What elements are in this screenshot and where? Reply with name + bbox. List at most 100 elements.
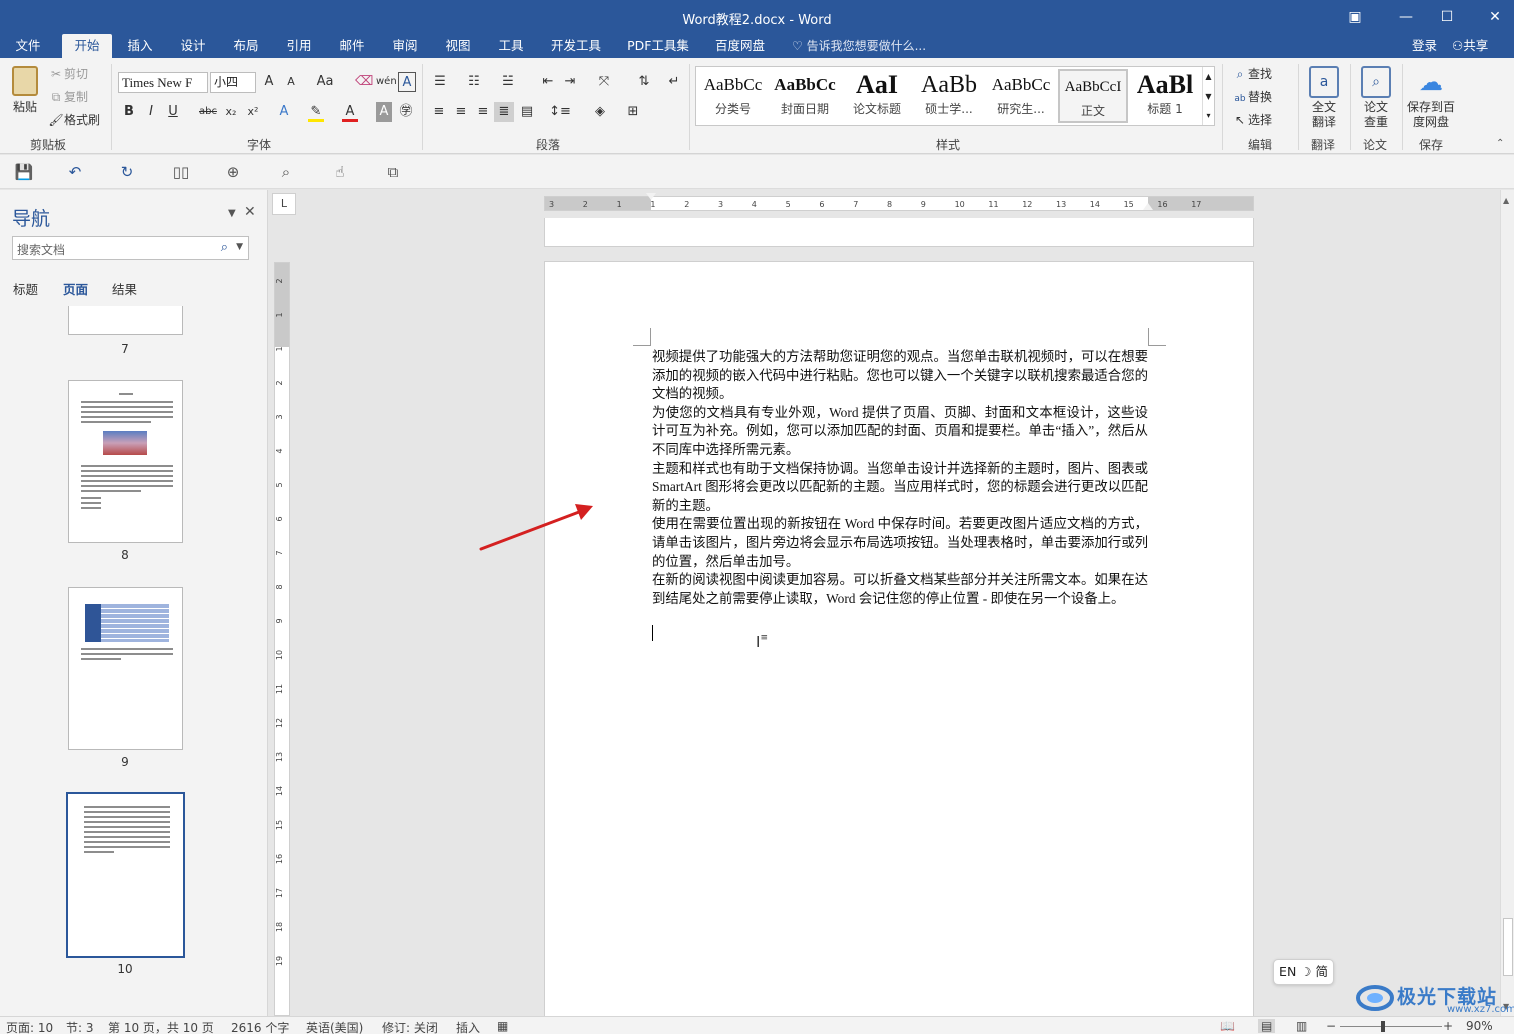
touch-mode-icon[interactable]: ☝: [329, 162, 351, 182]
paper-check-button[interactable]: ⌕ 论文查重: [1356, 66, 1396, 130]
vertical-scrollbar[interactable]: ▲ ▼: [1500, 190, 1514, 1016]
style-item-selected[interactable]: AaBbCcI 正文: [1058, 69, 1128, 123]
vertical-ruler[interactable]: 2 1 1 2 3 4 5 6 7 8 9 10 11 12 13 14 15 16 17 18 19: [274, 262, 290, 1016]
cut-button[interactable]: ✂ 剪切: [48, 64, 88, 84]
paragraph[interactable]: 为使您的文档具有专业外观，Word 提供了页眉、页脚、封面和文本框设计，这些设计…: [652, 404, 1148, 460]
ribbon-display-options-button[interactable]: ▣: [1343, 6, 1367, 28]
scrollbar-thumb[interactable]: [1503, 918, 1513, 976]
align-center-icon[interactable]: ≡: [452, 102, 470, 122]
align-left-icon[interactable]: ≡: [430, 102, 448, 122]
status-insert-mode[interactable]: 插入: [456, 1019, 480, 1034]
char-shading-icon[interactable]: A: [376, 102, 392, 122]
horizontal-ruler[interactable]: 3 2 1 1 2 3 4 5 6 7 8 9 10 11 12 13 14 15 16 17: [544, 193, 1254, 211]
tab-pdf-tools[interactable]: PDF工具集: [624, 34, 692, 58]
customize-qat-icon[interactable]: ⧉: [382, 162, 404, 182]
tab-references[interactable]: 引用: [279, 34, 319, 58]
ime-indicator[interactable]: EN ☽ 简: [1273, 959, 1334, 985]
gallery-scroll-up-icon[interactable]: ▲: [1202, 67, 1214, 87]
style-item[interactable]: AaBbCc 分类号: [698, 69, 768, 123]
show-marks-icon[interactable]: ↵: [666, 72, 682, 92]
zoom-slider[interactable]: [1340, 1026, 1442, 1027]
full-translate-button[interactable]: a 全文翻译: [1304, 66, 1344, 130]
shading-icon[interactable]: ◈: [590, 102, 610, 122]
save-to-netdisk-button[interactable]: ☁ 保存到百度网盘: [1404, 66, 1458, 130]
zoom-in-icon[interactable]: +: [1443, 1019, 1453, 1033]
paragraph[interactable]: 视频提供了功能强大的方法帮助您证明您的观点。当您单击联机视频时，可以在想要添加的…: [652, 348, 1148, 404]
nav-tab-headings[interactable]: 标题: [13, 279, 38, 298]
font-name-box[interactable]: Times New F: [118, 72, 208, 93]
chinese-layout-icon[interactable]: ⤧: [594, 72, 614, 92]
align-right-icon[interactable]: ≡: [474, 102, 492, 122]
tab-insert[interactable]: 插入: [120, 34, 160, 58]
style-item[interactable]: AaBl 标题 1: [1130, 69, 1200, 123]
tab-selector[interactable]: L: [272, 193, 296, 215]
search-icon[interactable]: ⌕: [221, 240, 228, 255]
side-by-side-icon[interactable]: ▯▯: [170, 162, 192, 182]
increase-indent-icon[interactable]: ⇥: [560, 72, 580, 92]
tab-baidu-netdisk[interactable]: 百度网盘: [710, 34, 770, 58]
tab-review[interactable]: 审阅: [385, 34, 425, 58]
save-icon[interactable]: 💾: [13, 162, 35, 182]
change-case-button[interactable]: Aa: [312, 72, 338, 92]
page-thumbnail[interactable]: [68, 380, 183, 543]
text-effects-icon[interactable]: A: [276, 102, 292, 122]
copy-button[interactable]: ⧉ 复制: [48, 87, 88, 107]
nav-tab-results[interactable]: 结果: [112, 279, 137, 298]
strikethrough-button[interactable]: abc: [198, 102, 218, 122]
status-page-of[interactable]: 第 10 页，共 10 页: [108, 1019, 214, 1034]
document-page[interactable]: 视频提供了功能强大的方法帮助您证明您的观点。当您单击联机视频时，可以在想要添加的…: [544, 261, 1254, 1021]
page-thumbnail[interactable]: [68, 306, 183, 335]
paragraph[interactable]: 在新的阅读视图中阅读更加容易。可以折叠文档某些部分并关注所需文本。如果在达到结尾…: [652, 571, 1148, 608]
tab-design[interactable]: 设计: [173, 34, 213, 58]
zoom-level[interactable]: 90%: [1466, 1019, 1493, 1033]
close-icon[interactable]: ✕: [244, 204, 256, 220]
tab-view[interactable]: 视图: [438, 34, 478, 58]
font-size-box[interactable]: 小四: [210, 72, 256, 93]
superscript-button[interactable]: x²: [244, 102, 262, 122]
format-painter-button[interactable]: 🖌格式刷: [48, 110, 100, 130]
chevron-down-icon[interactable]: ▼: [236, 242, 243, 252]
collapse-ribbon-icon[interactable]: ⌃: [1496, 138, 1504, 149]
status-language[interactable]: 英语(美国): [306, 1019, 363, 1034]
zoom-slider-thumb[interactable]: [1381, 1021, 1385, 1032]
highlight-icon[interactable]: ✎: [308, 102, 324, 122]
right-indent-marker[interactable]: [1143, 203, 1153, 210]
style-item[interactable]: AaBb 硕士学...: [914, 69, 984, 123]
bullets-icon[interactable]: ☰: [430, 72, 450, 92]
nav-search-box[interactable]: 搜索文档 ⌕ ▼: [12, 236, 249, 260]
nav-tab-pages[interactable]: 页面: [63, 279, 88, 298]
share-button[interactable]: ⚇共享: [1452, 34, 1488, 58]
maximize-button[interactable]: ☐: [1435, 6, 1459, 28]
style-item[interactable]: AaBbCc 研究生...: [986, 69, 1056, 123]
minimize-button[interactable]: —: [1394, 6, 1418, 28]
phonetic-guide-button[interactable]: wén: [376, 72, 397, 92]
sort-icon[interactable]: ⇅: [634, 72, 654, 92]
tab-developer[interactable]: 开发工具: [546, 34, 606, 58]
document-body[interactable]: 视频提供了功能强大的方法帮助您证明您的观点。当您单击联机视频时，可以在想要添加的…: [652, 348, 1148, 608]
status-page[interactable]: 页面: 10: [6, 1019, 53, 1034]
style-item[interactable]: AaBbCc 封面日期: [770, 69, 840, 123]
subscript-button[interactable]: x₂: [222, 102, 240, 122]
scroll-up-icon[interactable]: ▲: [1503, 196, 1509, 205]
gallery-more-icon[interactable]: ▾: [1202, 106, 1214, 125]
tab-file[interactable]: 文件: [6, 34, 50, 58]
page-thumbnail[interactable]: [68, 587, 183, 750]
style-item[interactable]: AaI 论文标题: [842, 69, 912, 123]
distributed-icon[interactable]: ▤: [518, 102, 536, 122]
status-section[interactable]: 节: 3: [66, 1019, 94, 1034]
read-mode-icon[interactable]: 📖: [1220, 1019, 1235, 1033]
web-layout-icon[interactable]: ▥: [1296, 1019, 1307, 1033]
print-layout-icon[interactable]: ▤: [1258, 1019, 1276, 1033]
status-word-count[interactable]: 2616 个字: [231, 1019, 289, 1034]
first-line-indent-marker[interactable]: [646, 193, 656, 200]
tab-layout[interactable]: 布局: [226, 34, 266, 58]
find-button[interactable]: ⌕ 查找: [1232, 64, 1272, 84]
enclose-char-icon[interactable]: ㊫: [398, 102, 414, 122]
undo-icon[interactable]: ↶: [64, 162, 86, 182]
nav-options-icon[interactable]: ▼: [228, 208, 236, 219]
page-thumbnail-current[interactable]: [66, 792, 185, 958]
login-button[interactable]: 登录: [1412, 34, 1437, 58]
gallery-scroll-down-icon[interactable]: ▼: [1202, 87, 1214, 106]
bold-button[interactable]: B: [122, 102, 136, 122]
paragraph[interactable]: 主题和样式也有助于文档保持协调。当您单击设计并选择新的主题时，图片、图表或 Sm…: [652, 460, 1148, 516]
